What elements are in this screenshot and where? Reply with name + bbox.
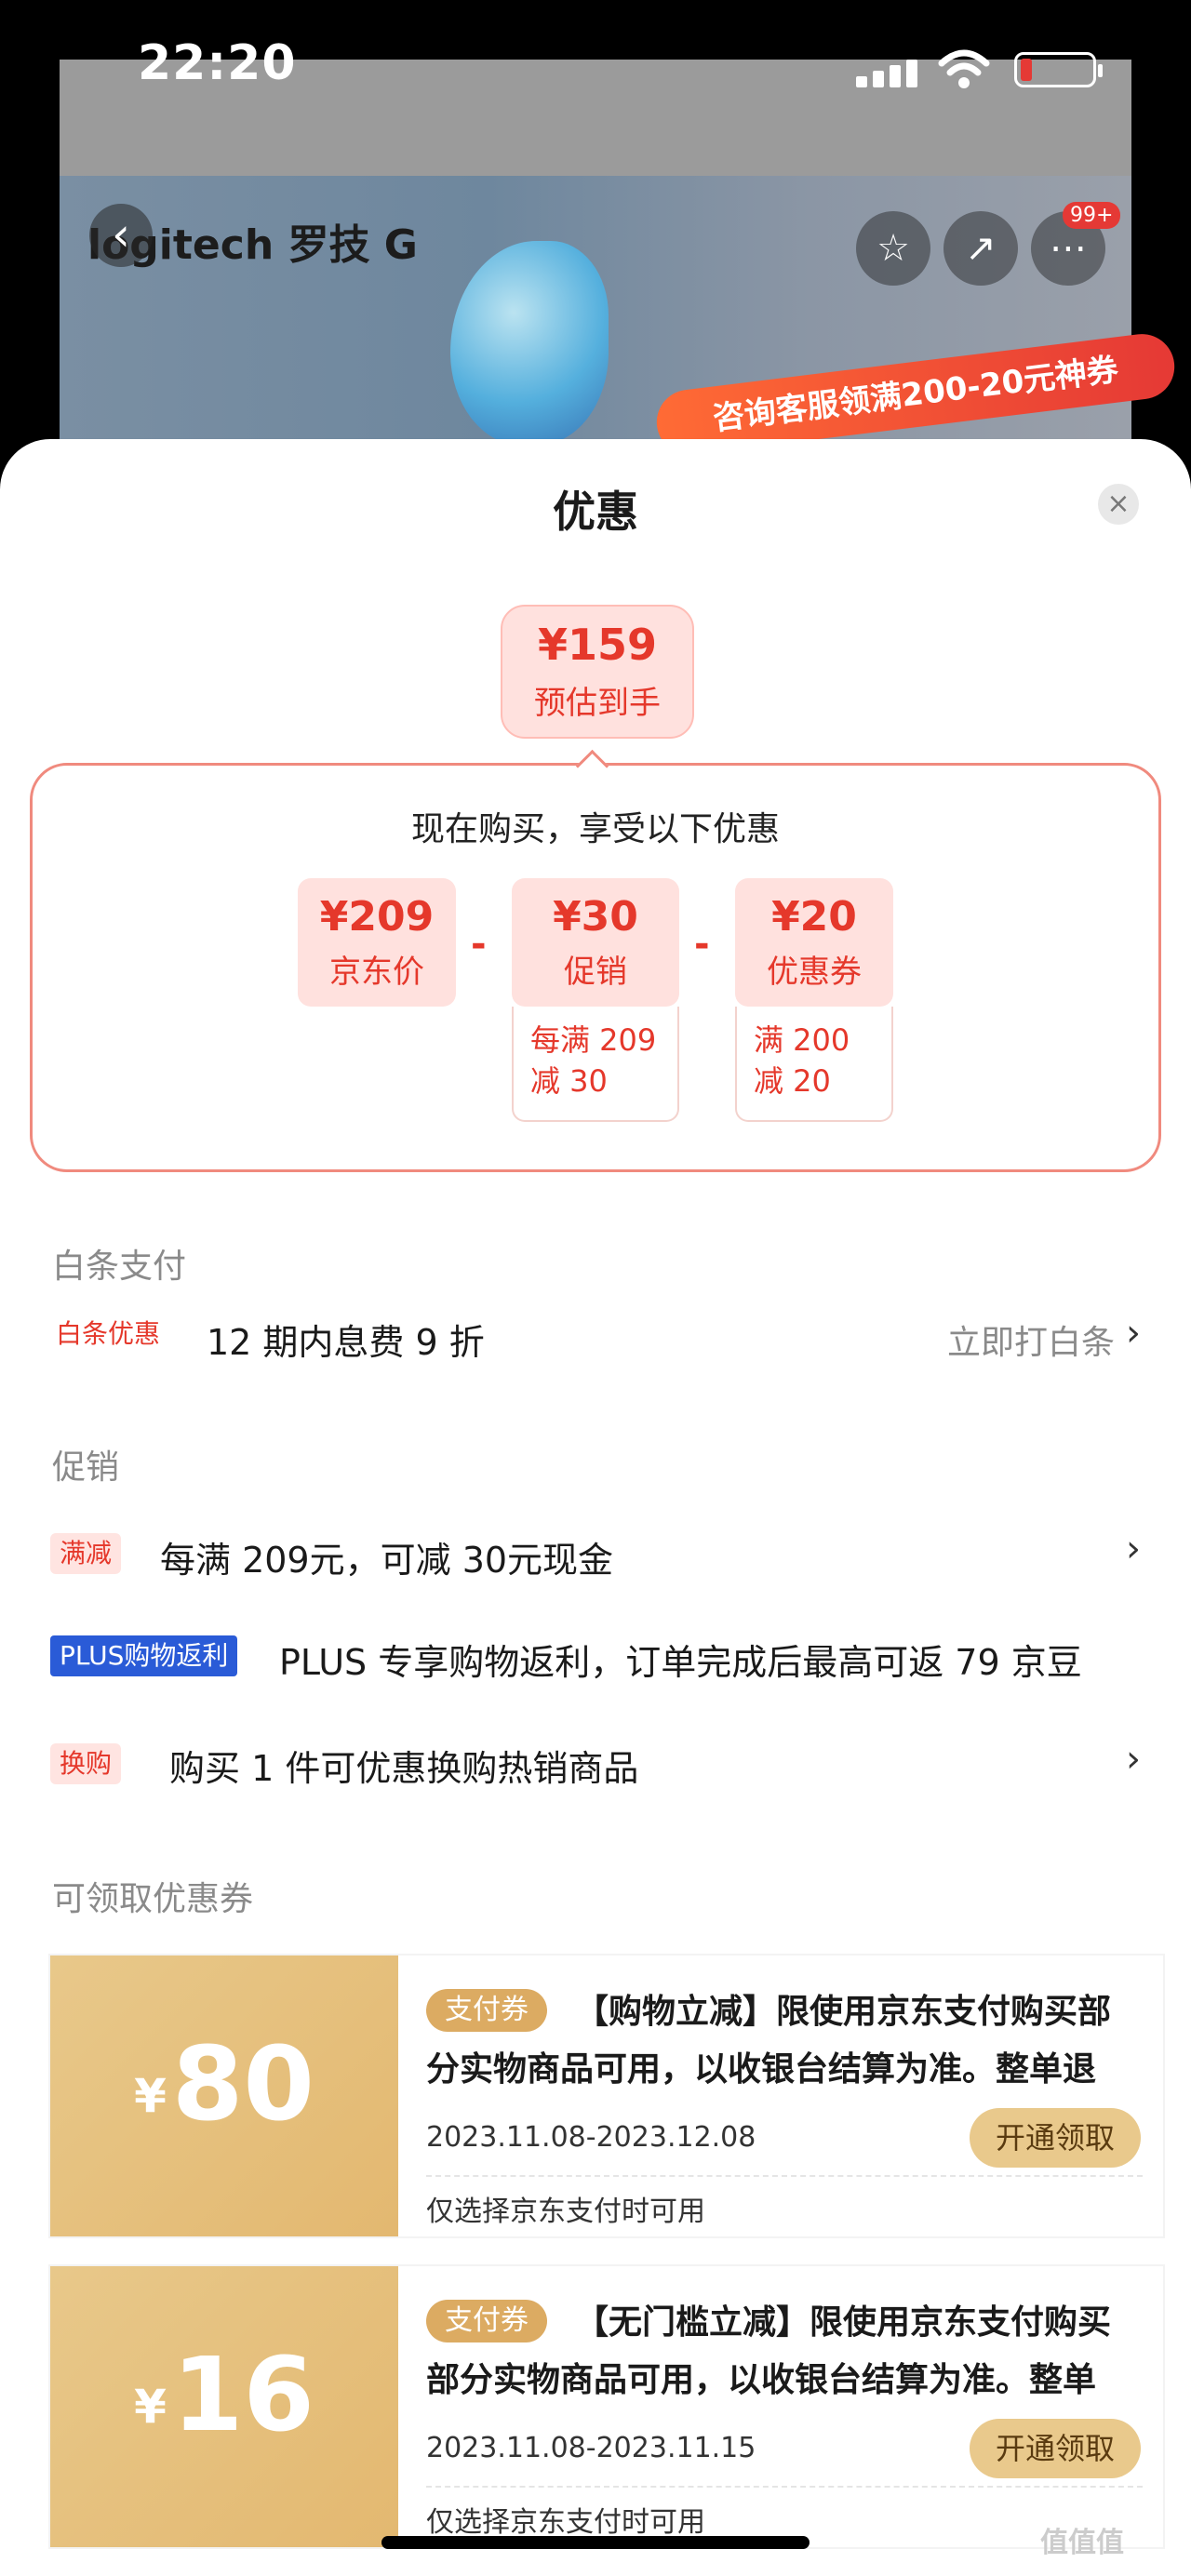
share-button[interactable]: ↗ xyxy=(943,211,1018,286)
breakdown-title: 现在购买，享受以下优惠 xyxy=(410,810,780,848)
coupon-card: ¥16 【无门槛立减】限使用京东支付购买部分实物商品可用，以收银台结算为准。整单… xyxy=(50,2266,1163,2547)
product-banner: logitech 罗技 G ‹ ☆ ↗ ⋯ 99+ 咨询客服领满200-20元神… xyxy=(60,176,1179,459)
price-item-label: 优惠券 xyxy=(767,954,862,991)
chevron-right-icon: › xyxy=(1126,1312,1141,1355)
baitiao-tag: 白条优惠 xyxy=(56,1318,161,1349)
coupon-amount-value: 80 xyxy=(171,2024,314,2143)
estimated-price-label: 预估到手 xyxy=(534,685,661,722)
price-item-promotion: ¥30 促销 xyxy=(512,878,679,1007)
coupon-divider xyxy=(426,2486,1143,2488)
coupon-currency: ¥ xyxy=(134,2380,167,2434)
notification-badge: 99+ xyxy=(1063,202,1121,229)
promotion-detail: 每满 209 减 30 xyxy=(512,1007,679,1122)
price-item-jd: ¥209 京东价 xyxy=(298,878,456,1007)
coupon-divider xyxy=(426,2175,1143,2177)
discount-sheet: 优惠 × ¥159 预估到手 现在购买，享受以下优惠 ¥209 京东价 - ¥3… xyxy=(0,439,1191,2576)
claim-coupon-button[interactable]: 开通领取 xyxy=(970,2419,1141,2478)
close-button[interactable]: × xyxy=(1098,484,1139,525)
price-item-value: ¥209 xyxy=(319,893,435,941)
sheet-title: 优惠 xyxy=(553,487,638,537)
baitiao-offer-text: 12 期内息费 9 折 xyxy=(207,1322,485,1363)
coupon-type-tag: 支付券 xyxy=(426,1989,547,2032)
signal-icon xyxy=(856,56,921,87)
home-indicator[interactable] xyxy=(381,2536,810,2549)
coupon-amount-panel: ¥80 xyxy=(50,1955,398,2236)
back-button[interactable]: ‹ xyxy=(89,204,153,267)
minus-sign: - xyxy=(471,923,487,966)
status-time: 22:20 xyxy=(138,35,297,91)
price-item-value: ¥20 xyxy=(771,893,857,941)
chevron-right-icon: › xyxy=(1126,1738,1141,1781)
estimated-price-badge: ¥159 预估到手 xyxy=(501,605,694,739)
price-item-value: ¥30 xyxy=(553,893,638,941)
claim-coupon-button[interactable]: 开通领取 xyxy=(970,2108,1141,2168)
promotion-tag: 满减 xyxy=(50,1533,122,1574)
coupon-card: ¥80 【购物立减】限使用京东支付购买部分实物商品可用，以收银台结算为准。整单退… xyxy=(50,1955,1163,2236)
watermark: 值值值 xyxy=(1040,2527,1124,2559)
coupon-amount-value: 16 xyxy=(171,2335,314,2454)
price-item-label: 京东价 xyxy=(329,954,424,991)
coupon-validity: 2023.11.08-2023.12.08 xyxy=(426,2121,756,2154)
coupon-note: 仅选择京东支付时可用 xyxy=(426,2506,705,2539)
baitiao-heading: 白条支付 xyxy=(52,1248,187,1286)
coupon-amount-panel: ¥16 xyxy=(50,2266,398,2547)
coupon-detail: 满 200 减 20 xyxy=(735,1007,893,1122)
coupon-type-tag: 支付券 xyxy=(426,2300,547,2342)
coupon-validity: 2023.11.08-2023.11.15 xyxy=(426,2432,756,2464)
wifi-icon xyxy=(938,49,990,88)
promotions-heading: 促销 xyxy=(52,1448,120,1487)
coupon-amount: ¥80 xyxy=(50,2028,398,2152)
coupon-note: 仅选择京东支付时可用 xyxy=(426,2196,705,2228)
price-item-coupon: ¥20 优惠券 xyxy=(735,878,893,1007)
baitiao-link-label[interactable]: 立即打白条 xyxy=(947,1315,1115,1364)
chevron-right-icon: › xyxy=(1126,1528,1141,1570)
minus-sign: - xyxy=(694,923,710,966)
promotion-text: PLUS 专享购物返利，订单完成后最高可返 79 京豆 xyxy=(279,1642,1082,1683)
battery-icon xyxy=(1014,52,1103,87)
coupon-amount: ¥16 xyxy=(50,2339,398,2463)
favorite-button[interactable]: ☆ xyxy=(856,211,930,286)
plus-tag: PLUS购物返利 xyxy=(50,1635,238,1676)
banner-illustration xyxy=(450,241,609,446)
estimated-price: ¥159 xyxy=(537,620,658,670)
price-item-label: 促销 xyxy=(564,954,627,991)
background-product-page: logitech 罗技 G ‹ ☆ ↗ ⋯ 99+ 咨询客服领满200-20元神… xyxy=(60,60,1179,459)
promotion-text: 购买 1 件可优惠换购热销商品 xyxy=(169,1748,639,1789)
promotion-tag: 换购 xyxy=(50,1743,122,1784)
promotion-text: 每满 209元，可减 30元现金 xyxy=(160,1540,614,1581)
coupon-currency: ¥ xyxy=(134,2069,167,2123)
coupons-heading: 可领取优惠券 xyxy=(52,1880,254,1918)
